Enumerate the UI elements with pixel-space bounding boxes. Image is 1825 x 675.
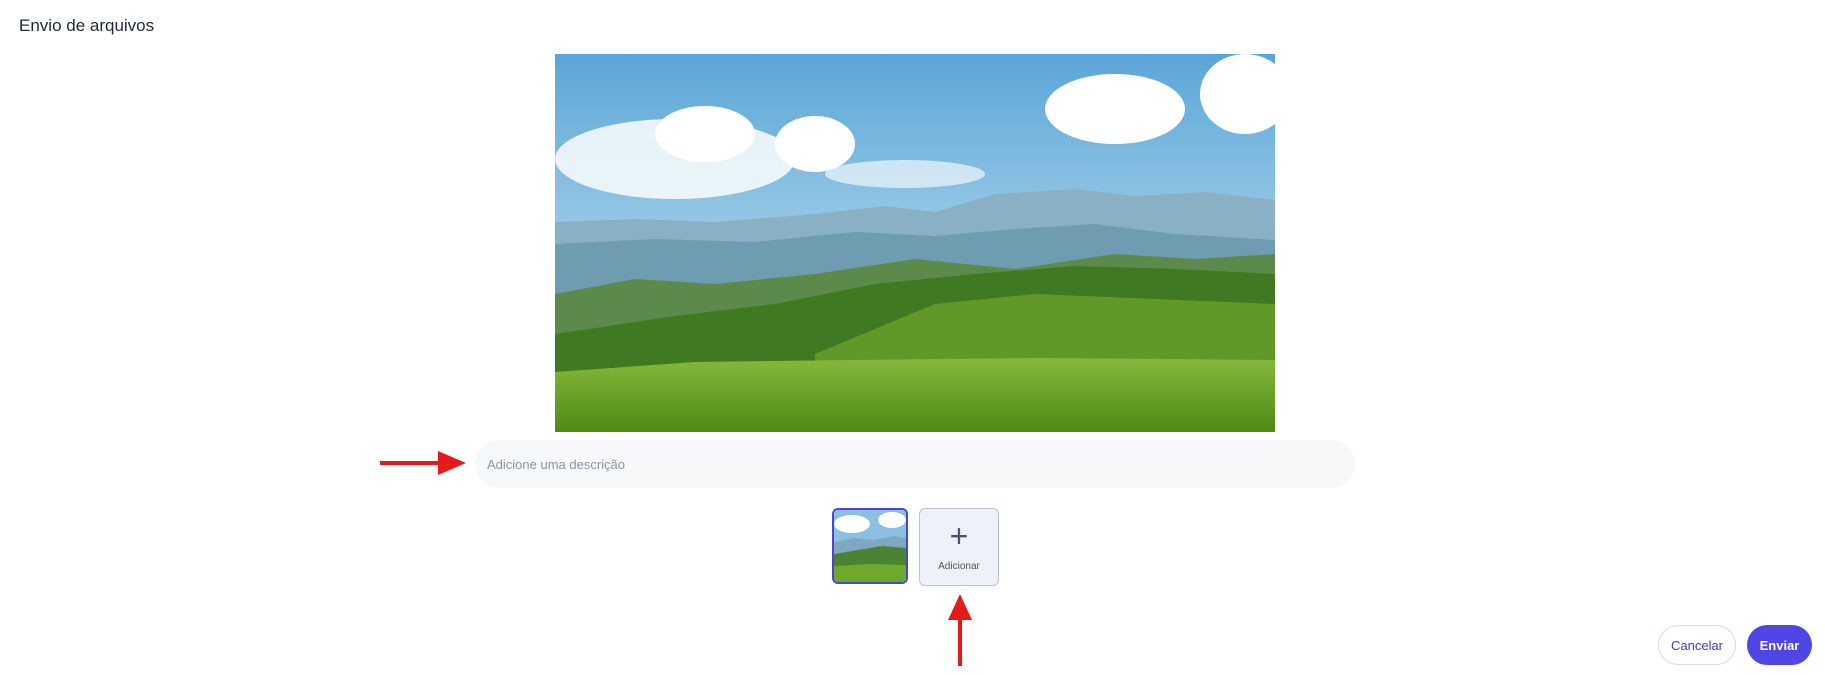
- send-button[interactable]: Enviar: [1747, 625, 1812, 665]
- annotation-arrow-up-icon: [948, 594, 972, 666]
- landscape-image: [555, 54, 1275, 432]
- annotation-arrow-right-icon: [380, 451, 466, 475]
- description-field[interactable]: [475, 440, 1355, 488]
- image-preview: [555, 54, 1275, 432]
- cancel-button[interactable]: Cancelar: [1658, 625, 1736, 665]
- page-title: Envio de arquivos: [19, 16, 155, 35]
- add-attachment-button[interactable]: + Adicionar: [919, 508, 999, 586]
- attachment-thumbnail[interactable]: [832, 508, 908, 584]
- description-input[interactable]: [487, 440, 1337, 488]
- add-attachment-label: Adicionar: [938, 561, 980, 572]
- file-upload-dialog: Envio de arquivos Adicione uma descrição…: [0, 0, 1825, 675]
- plus-icon: +: [949, 518, 969, 554]
- thumbnail-image: [834, 510, 906, 582]
